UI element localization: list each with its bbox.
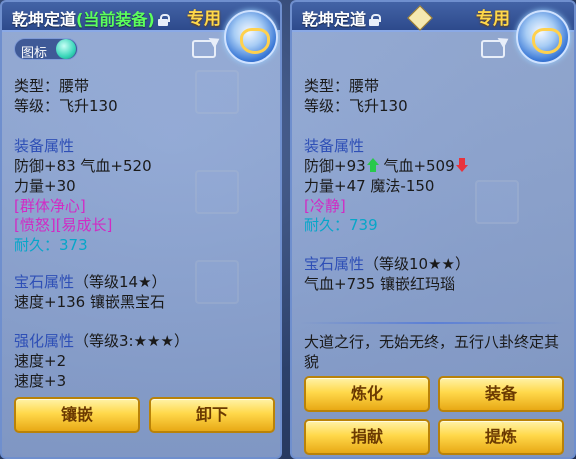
equip-attr-line: 力量+47 魔法-150 xyxy=(304,177,435,195)
item-icon[interactable] xyxy=(516,10,570,64)
item-title: 乾坤定道 xyxy=(302,6,382,30)
enhance-attr-line: 速度+2 xyxy=(14,352,67,370)
gem-level: （等级14★） xyxy=(74,273,167,291)
extract-button[interactable]: 提炼 xyxy=(438,419,564,455)
defense-value: 防御+93 xyxy=(304,157,366,175)
refine-button[interactable]: 炼化 xyxy=(304,376,430,412)
enhance-level: （等级3:★★★） xyxy=(74,332,189,350)
icon-toggle[interactable]: 图标 xyxy=(14,38,78,61)
item-level: 等级：飞升130 xyxy=(304,97,408,115)
icon-toggle-label: 图标 xyxy=(21,46,48,61)
item-title: 乾坤定道(当前装备) xyxy=(12,6,170,30)
equip-attr-line: 防御+93 气血+509 xyxy=(304,156,468,176)
current-equip-label: (当前装备) xyxy=(76,10,155,29)
item-icon[interactable] xyxy=(224,10,278,64)
donate-button[interactable]: 捐献 xyxy=(304,419,430,455)
down-arrow-icon xyxy=(455,158,468,172)
equipped-item-panel: 乾坤定道(当前装备) 专用 图标 类型：腰带 等级：飞升130 装备属性 防御+… xyxy=(0,0,282,459)
gem-level: （等级10★★） xyxy=(364,255,470,273)
item-name: 乾坤定道 xyxy=(12,10,77,29)
share-icon[interactable] xyxy=(192,40,216,58)
item-name: 乾坤定道 xyxy=(302,10,367,29)
inlay-button[interactable]: 镶嵌 xyxy=(14,397,140,433)
gem-attr-line: 气血+735 镶嵌红玛瑙 xyxy=(304,275,455,293)
item-level: 等级：飞升130 xyxy=(14,97,118,115)
item-description: 大道之行，无始无终，五行八卦终定其貌 xyxy=(304,333,560,371)
durability: 耐久：739 xyxy=(304,216,378,234)
equip-attr-title: 装备属性 xyxy=(304,137,365,155)
unequip-button[interactable]: 卸下 xyxy=(149,397,275,433)
toggle-knob xyxy=(56,39,76,59)
share-icon[interactable] xyxy=(481,40,505,58)
exclusive-label: 专用 xyxy=(476,9,510,29)
special-trait: [愤怒][易成长] xyxy=(14,216,113,234)
lock-icon xyxy=(369,14,382,26)
exclusive-label: 专用 xyxy=(187,9,221,29)
enhance-attr-title: 强化属性 xyxy=(14,332,75,350)
gem-attr-title: 宝石属性 xyxy=(304,255,365,273)
equip-attr-line: 防御+83 气血+520 xyxy=(14,157,152,175)
enhance-attr-line: 速度+3 xyxy=(14,372,67,390)
gem-attr-header: 宝石属性（等级10★★） xyxy=(304,254,470,274)
special-effect: [冷静] xyxy=(304,197,346,215)
equip-attr-title: 装备属性 xyxy=(14,137,75,155)
up-arrow-icon xyxy=(366,158,379,172)
item-type: 类型：腰带 xyxy=(14,77,90,95)
equip-attr-line: 力量+30 xyxy=(14,177,76,195)
gem-attr-header: 宝石属性（等级14★） xyxy=(14,272,167,292)
durability: 耐久：373 xyxy=(14,236,88,254)
lock-icon xyxy=(157,14,170,26)
gem-attr-line: 速度+136 镶嵌黑宝石 xyxy=(14,293,165,311)
enhance-attr-header: 强化属性（等级3:★★★） xyxy=(14,331,189,351)
special-effect: [群体净心] xyxy=(14,197,86,215)
divider xyxy=(300,322,566,324)
item-type: 类型：腰带 xyxy=(304,77,380,95)
compare-item-panel: 乾坤定道 专用 类型：腰带 等级：飞升130 装备属性 防御+93 气血+509… xyxy=(290,0,576,459)
hp-value: 气血+509 xyxy=(383,157,455,175)
equip-button[interactable]: 装备 xyxy=(438,376,564,412)
gem-attr-title: 宝石属性 xyxy=(14,273,75,291)
